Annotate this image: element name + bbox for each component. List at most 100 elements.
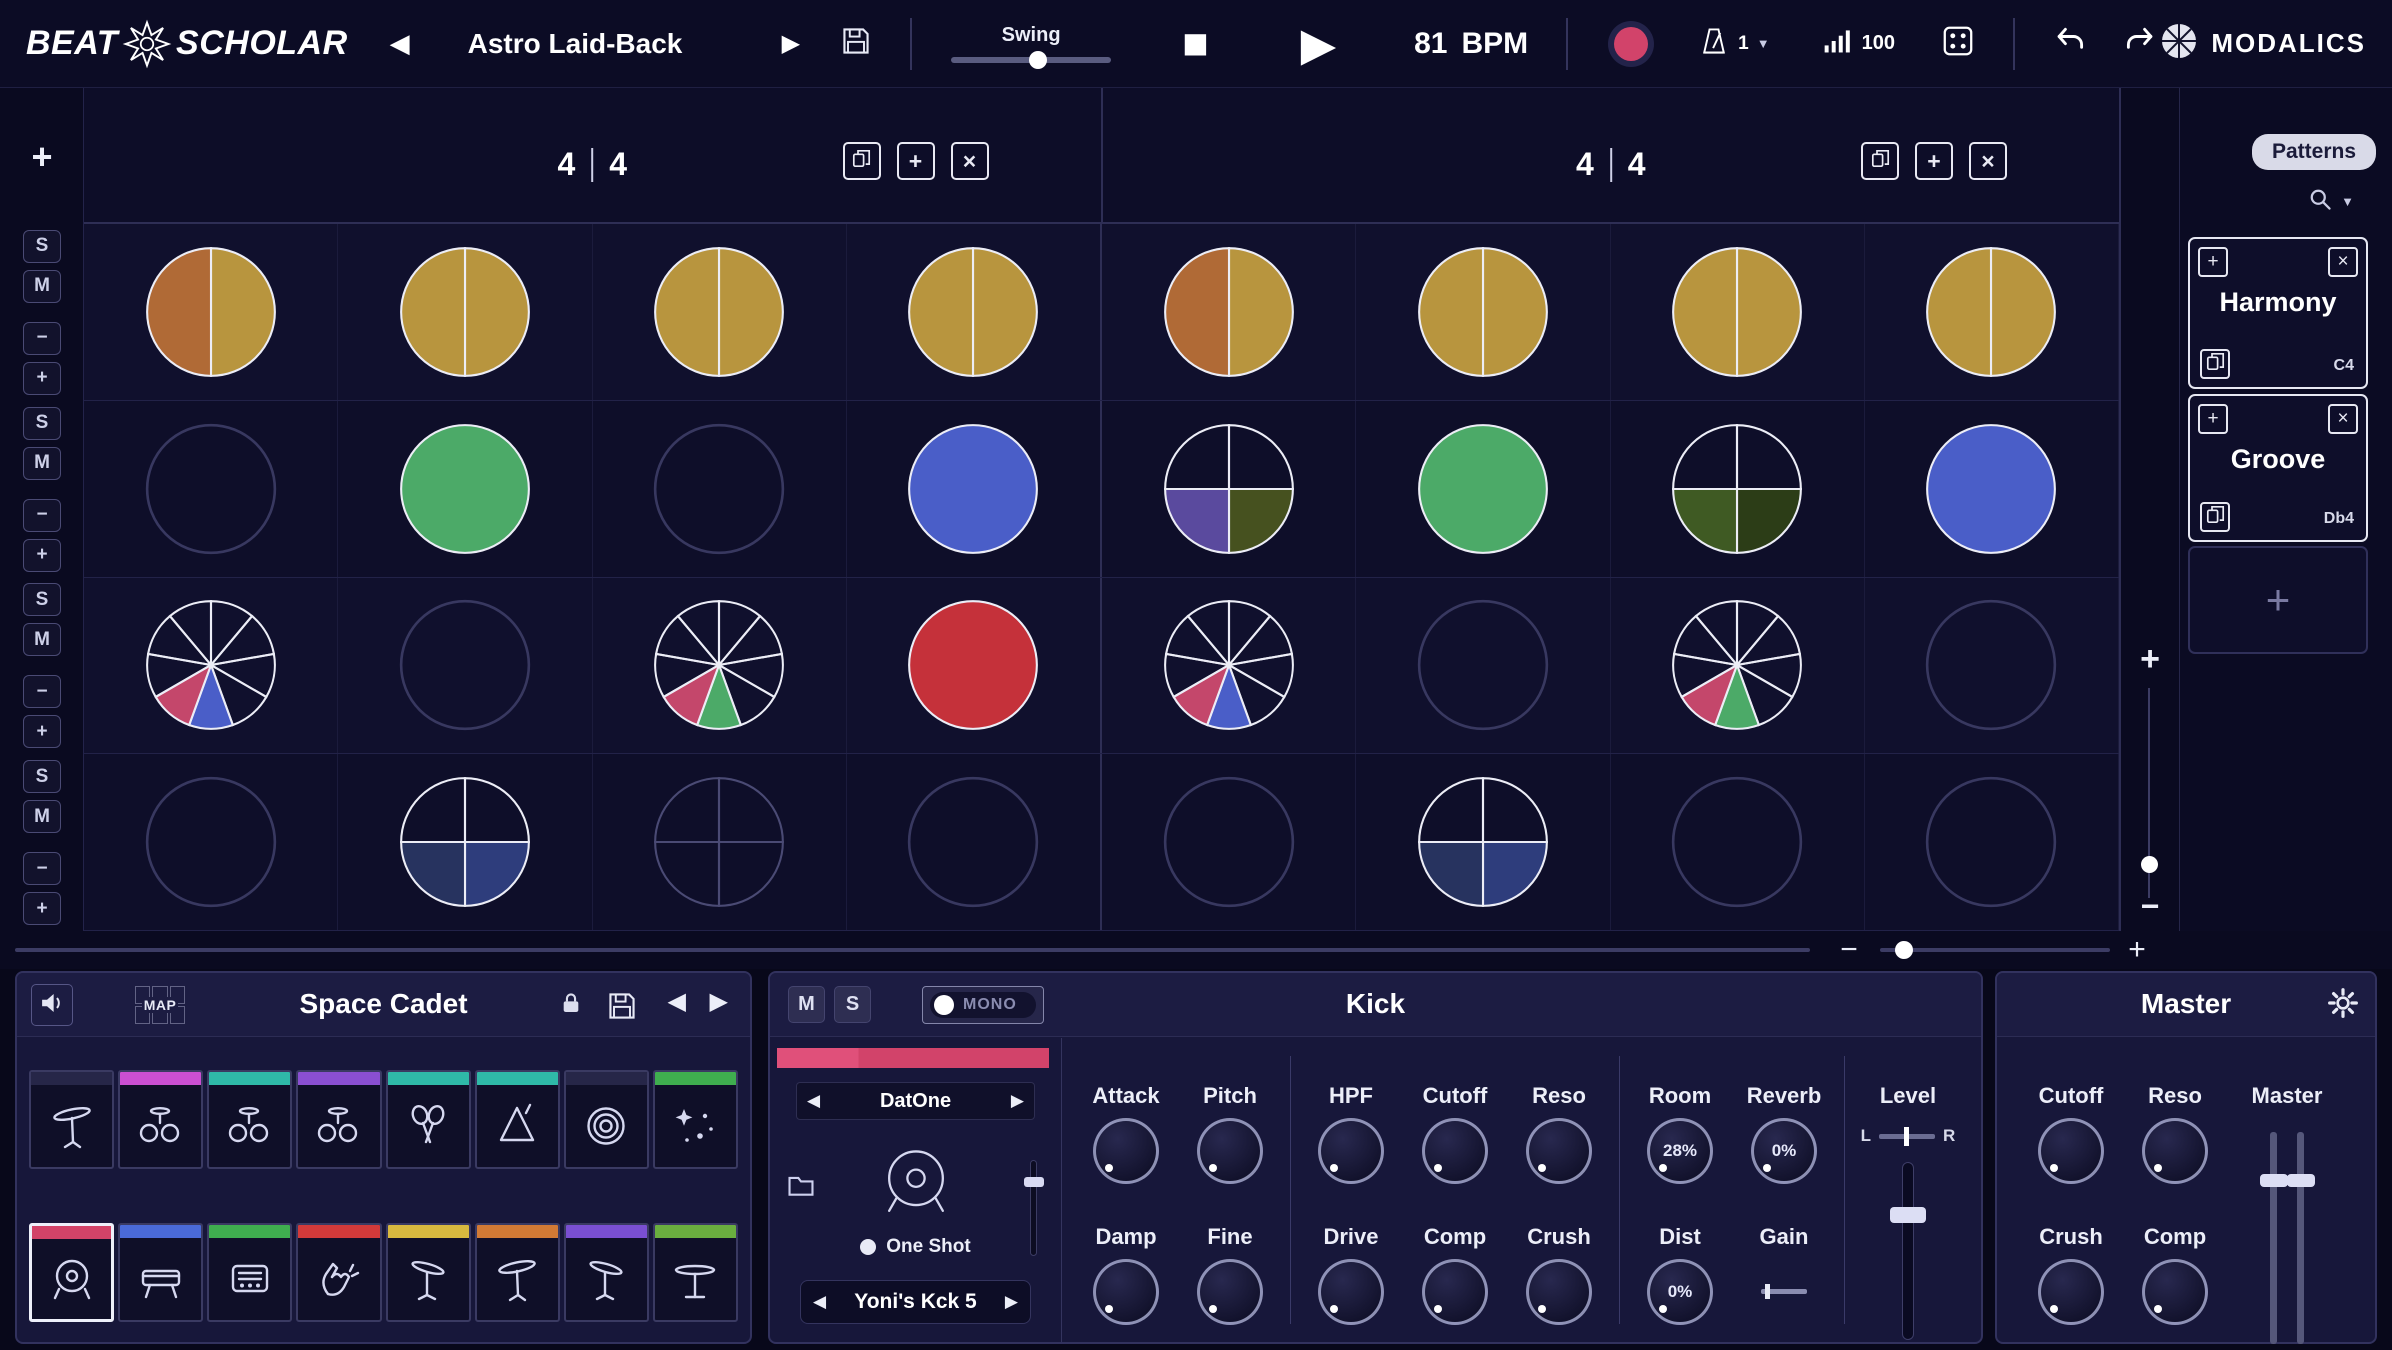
sample-next-button[interactable]: ▶	[1005, 1292, 1018, 1312]
duplicate-measure-button[interactable]	[843, 142, 881, 180]
beat-cell[interactable]	[1611, 578, 1865, 754]
row-4-add-button[interactable]: +	[23, 892, 61, 925]
knob-attack[interactable]	[1093, 1118, 1159, 1184]
knob-drive[interactable]	[1318, 1259, 1384, 1325]
time-signature[interactable]: 4 4	[1576, 146, 1646, 183]
pattern-copy-button[interactable]	[2200, 502, 2230, 532]
beat-cell[interactable]	[338, 754, 592, 930]
beat-cell[interactable]	[1102, 754, 1356, 930]
beat-cell[interactable]	[847, 754, 1102, 930]
knob-reso[interactable]	[2142, 1118, 2208, 1184]
row-3-solo-button[interactable]: S	[23, 583, 61, 616]
pad-drum-kit[interactable]	[118, 1070, 203, 1169]
patterns-tab[interactable]: Patterns	[2252, 134, 2376, 170]
pad-drum-kit[interactable]	[207, 1070, 292, 1169]
add-track-button[interactable]: +	[0, 136, 84, 178]
knob-room[interactable]: 28%	[1647, 1118, 1713, 1184]
knob-damp[interactable]	[1093, 1259, 1159, 1325]
row-1-remove-button[interactable]: −	[23, 322, 61, 355]
play-button[interactable]: ▶	[1301, 21, 1336, 67]
row-3-remove-button[interactable]: −	[23, 675, 61, 708]
sample-selector[interactable]: ◀ Yoni's Kck 5 ▶	[800, 1280, 1031, 1324]
beat-cell[interactable]	[1356, 224, 1610, 400]
pad-hat-machine[interactable]	[207, 1223, 292, 1322]
preset-name[interactable]: Astro Laid-Back	[468, 28, 748, 60]
pattern-add-button[interactable]: +	[2198, 404, 2228, 434]
delete-measure-button[interactable]: ×	[951, 142, 989, 180]
beat-cell[interactable]	[1611, 754, 1865, 930]
beat-cell[interactable]	[847, 224, 1102, 400]
level-fader-thumb[interactable]	[1890, 1207, 1926, 1223]
randomize-button[interactable]	[1941, 24, 1975, 63]
beat-cell[interactable]	[1611, 224, 1865, 400]
beat-cell[interactable]	[847, 578, 1102, 754]
knob-crush[interactable]	[1526, 1259, 1592, 1325]
mute-button[interactable]: M	[788, 986, 825, 1023]
beat-cell[interactable]	[1356, 754, 1610, 930]
knob-reso[interactable]	[1526, 1118, 1592, 1184]
knob-reverb[interactable]: 0%	[1751, 1118, 1817, 1184]
beat-cell[interactable]	[593, 578, 847, 754]
beat-cell[interactable]	[593, 754, 847, 930]
row-2-mute-button[interactable]: M	[23, 447, 61, 480]
row-2-add-button[interactable]: +	[23, 539, 61, 572]
master-fader-left[interactable]	[2270, 1132, 2277, 1344]
pad-cymbal[interactable]	[386, 1223, 471, 1322]
beat-cell[interactable]	[84, 578, 338, 754]
pad-drum-kit[interactable]	[296, 1070, 381, 1169]
beat-cell[interactable]	[1865, 578, 2119, 754]
row-4-solo-button[interactable]: S	[23, 760, 61, 793]
patterns-search[interactable]: ▼	[2307, 186, 2354, 217]
beat-cell[interactable]	[1611, 401, 1865, 577]
pad-crash-cymbal[interactable]	[475, 1223, 560, 1322]
preview-button[interactable]	[31, 984, 73, 1026]
add-measure-button[interactable]: +	[1915, 142, 1953, 180]
row-2-remove-button[interactable]: −	[23, 499, 61, 532]
zoom-in-button[interactable]: +	[2120, 931, 2154, 969]
stop-button[interactable]: ■	[1182, 22, 1209, 66]
fader-thumb[interactable]	[2260, 1174, 2288, 1187]
row-2-solo-button[interactable]: S	[23, 407, 61, 440]
sample-prev-button[interactable]: ◀	[813, 1292, 826, 1312]
beat-cell[interactable]	[84, 224, 338, 400]
add-measure-button[interactable]: +	[897, 142, 935, 180]
pattern-card-empty[interactable]: +	[2188, 546, 2368, 654]
gain-slider[interactable]	[1761, 1289, 1807, 1294]
knob-pitch[interactable]	[1197, 1118, 1263, 1184]
prev-kit-button[interactable]: ◀	[668, 987, 686, 1016]
kit-name[interactable]: Space Cadet	[299, 988, 467, 1020]
knob-fine[interactable]	[1197, 1259, 1263, 1325]
pattern-add-button[interactable]: +	[2198, 247, 2228, 277]
chevron-down-icon[interactable]: ▼	[1757, 36, 1770, 51]
pan-slider[interactable]	[1879, 1134, 1935, 1139]
zoom-slider-thumb[interactable]	[1895, 941, 1913, 959]
beat-cell[interactable]	[847, 401, 1102, 577]
fader-thumb[interactable]	[2287, 1174, 2315, 1187]
pad-coil[interactable]	[564, 1070, 649, 1169]
chevron-down-icon[interactable]: ▼	[2341, 194, 2354, 209]
pattern-card-harmony[interactable]: + × Harmony C4	[2188, 237, 2368, 389]
next-kit-button[interactable]: ▶	[710, 987, 728, 1016]
one-shot-toggle[interactable]: One Shot	[770, 1236, 1061, 1258]
beat-cell[interactable]	[1102, 578, 1356, 754]
level-fader[interactable]	[1902, 1162, 1914, 1340]
time-signature[interactable]: 4 4	[557, 146, 627, 183]
mono-toggle-knob[interactable]	[934, 995, 954, 1015]
knob-cutoff[interactable]	[2038, 1118, 2104, 1184]
bank-prev-button[interactable]: ◀	[807, 1091, 820, 1111]
preset-next-button[interactable]: ▶	[782, 29, 800, 58]
knob-comp[interactable]	[2142, 1259, 2208, 1325]
beat-cell[interactable]	[338, 401, 592, 577]
pad-ride-cymbal[interactable]	[653, 1223, 738, 1322]
pattern-close-button[interactable]: ×	[2328, 247, 2358, 277]
pattern-copy-button[interactable]	[2200, 349, 2230, 379]
row-1-solo-button[interactable]: S	[23, 230, 61, 263]
output-level-control[interactable]: 100	[1822, 26, 1895, 61]
preset-prev-button[interactable]: ◀	[390, 28, 410, 59]
pattern-card-groove[interactable]: + × Groove Db4	[2188, 394, 2368, 542]
mono-toggle[interactable]: MONO	[922, 986, 1044, 1024]
master-fader-right[interactable]	[2297, 1132, 2304, 1344]
sample-volume-thumb[interactable]	[1024, 1177, 1044, 1187]
zoom-out-vertical-button[interactable]: −	[2121, 888, 2179, 925]
beat-cell[interactable]	[1356, 578, 1610, 754]
